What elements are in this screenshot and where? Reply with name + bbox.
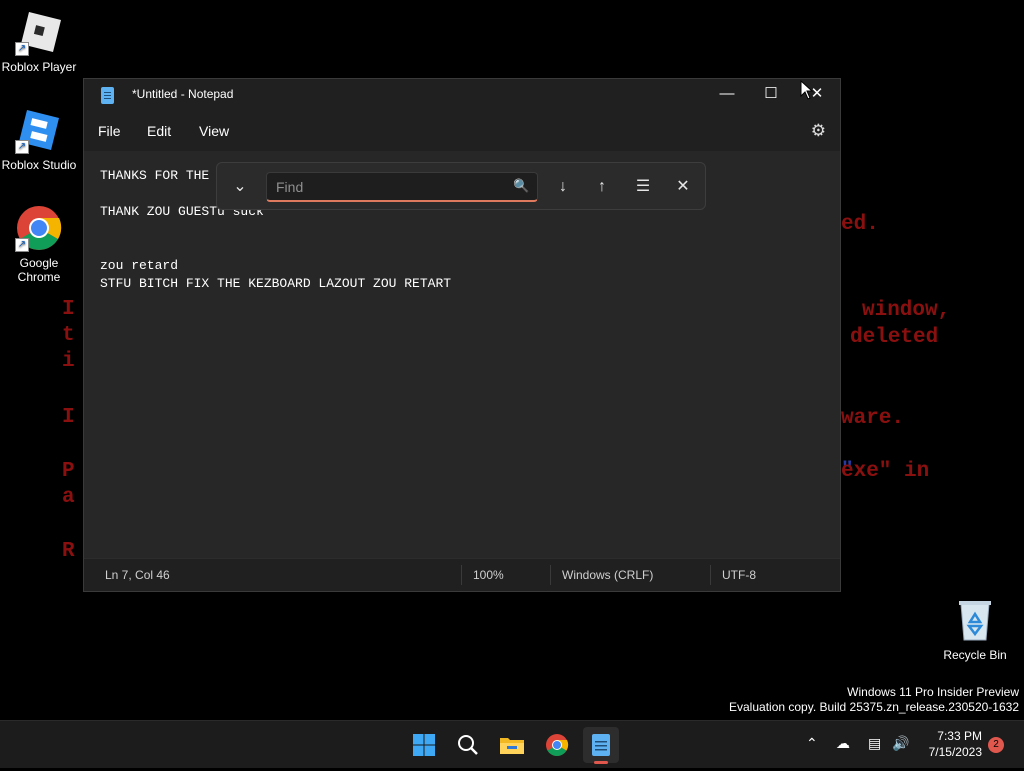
desktop-icon-label: Roblox Studio — [1, 158, 77, 172]
wallpaper-text: I — [62, 298, 75, 321]
settings-gear-icon[interactable]: ⚙ — [811, 121, 826, 141]
onedrive-cloud-icon[interactable]: ☁ — [836, 735, 850, 752]
expand-replace-chevron-icon[interactable]: ⌄ — [225, 172, 255, 202]
desktop-icon-label: Roblox Player — [1, 60, 77, 74]
desktop-icon-recycle-bin[interactable]: Recycle Bin — [935, 596, 1015, 662]
wallpaper-text: ware. — [841, 407, 905, 430]
desktop-icon-google-chrome[interactable]: ↗ Google Chrome — [0, 204, 79, 284]
chrome-icon[interactable] — [539, 727, 575, 763]
title-bar[interactable]: *Untitled - Notepad — ☐ ✕ — [84, 79, 840, 111]
desktop-icon-roblox-player[interactable]: ↗ Roblox Player — [0, 8, 79, 74]
wallpaper-text: ed. — [841, 213, 879, 236]
zoom-level[interactable]: 100% — [473, 568, 504, 582]
find-previous-arrow-up-icon[interactable]: ↑ — [587, 172, 617, 202]
volume-icon[interactable]: 🔊 — [892, 735, 909, 752]
notepad-icon[interactable] — [583, 727, 619, 764]
wallpaper-text: window, — [862, 299, 951, 322]
taskbar: ⌃ ☁ ▤ 🔊 7:33 PM 7/15/2023 2 — [0, 720, 1024, 768]
desktop-icon-roblox-studio[interactable]: ↗ Roblox Studio — [0, 106, 79, 172]
clock-date: 7/15/2023 — [928, 745, 982, 759]
search-icon: 🔍 — [513, 178, 530, 193]
find-options-sliders-icon[interactable]: ☰ — [628, 172, 658, 202]
find-next-arrow-down-icon[interactable]: ↓ — [548, 172, 578, 202]
search-icon[interactable] — [450, 727, 486, 763]
build-watermark: Windows 11 Pro Insider Preview Evaluatio… — [729, 685, 1019, 715]
menu-edit[interactable]: Edit — [147, 123, 171, 139]
roblox-studio-icon: ↗ — [15, 106, 63, 154]
file-explorer-icon[interactable] — [494, 727, 530, 763]
roblox-player-icon: ↗ — [15, 8, 63, 56]
status-bar: Ln 7, Col 46 100% Windows (CRLF) UTF-8 — [84, 558, 840, 591]
wallpaper-text: P — [62, 460, 75, 483]
encoding[interactable]: UTF-8 — [722, 568, 756, 582]
maximize-button[interactable]: ☐ — [748, 79, 794, 111]
wallpaper-text: i — [62, 350, 75, 373]
wallpaper-text: R — [62, 540, 75, 563]
find-bar: ⌄ 🔍 ↓ ↑ ☰ ✕ — [216, 162, 706, 210]
editor-line: zou retard — [100, 258, 179, 273]
wallpaper-text: deleted — [850, 326, 939, 349]
editor-line: STFU BITCH FIX THE KEZBOARD LAZOUT ZOU R… — [100, 276, 452, 291]
start-icon[interactable] — [406, 727, 442, 763]
show-hidden-icons-chevron-icon[interactable]: ⌃ — [806, 735, 818, 752]
desktop-icon-label: Google Chrome — [17, 256, 61, 284]
wallpaper-text: I — [62, 406, 75, 429]
line-ending[interactable]: Windows (CRLF) — [562, 568, 653, 582]
cursor-position: Ln 7, Col 46 — [105, 568, 170, 582]
notification-badge[interactable]: 2 — [988, 737, 1004, 753]
chrome-icon: ↗ — [15, 204, 63, 252]
menu-bar: File Edit View ⚙ — [84, 111, 840, 151]
wallpaper-text: a — [62, 486, 75, 509]
wallpaper-text: exe" in — [841, 460, 930, 483]
active-app-indicator — [594, 761, 608, 764]
status-divider — [461, 565, 462, 585]
desktop-icon-label: Recycle Bin — [943, 648, 1007, 662]
menu-file[interactable]: File — [98, 123, 121, 139]
minimize-button[interactable]: — — [704, 79, 750, 111]
watermark-line1: Windows 11 Pro Insider Preview — [847, 685, 1019, 699]
notepad-app-icon — [101, 87, 114, 104]
editor-line: THANKS FOR THE — [100, 168, 210, 183]
status-divider — [710, 565, 711, 585]
recycle-bin-icon — [951, 596, 999, 644]
clock-time: 7:33 PM — [937, 729, 982, 743]
watermark-line2: Evaluation copy. Build 25375.zn_release.… — [729, 700, 1019, 714]
system-clock[interactable]: 7:33 PM 7/15/2023 — [929, 728, 982, 760]
network-icon[interactable]: ▤ — [868, 735, 881, 752]
text-editor[interactable]: THANKS FOR THE THANK ZOU GUESTu suck zou… — [84, 151, 840, 559]
mouse-cursor-icon — [800, 80, 814, 100]
status-divider — [550, 565, 551, 585]
wallpaper-text: t — [62, 324, 75, 347]
close-find-icon[interactable]: ✕ — [668, 172, 698, 202]
find-input[interactable] — [266, 172, 538, 202]
notepad-window[interactable]: *Untitled - Notepad — ☐ ✕ File Edit View… — [83, 78, 841, 592]
window-title: *Untitled - Notepad — [132, 87, 234, 101]
menu-view[interactable]: View — [199, 123, 229, 139]
